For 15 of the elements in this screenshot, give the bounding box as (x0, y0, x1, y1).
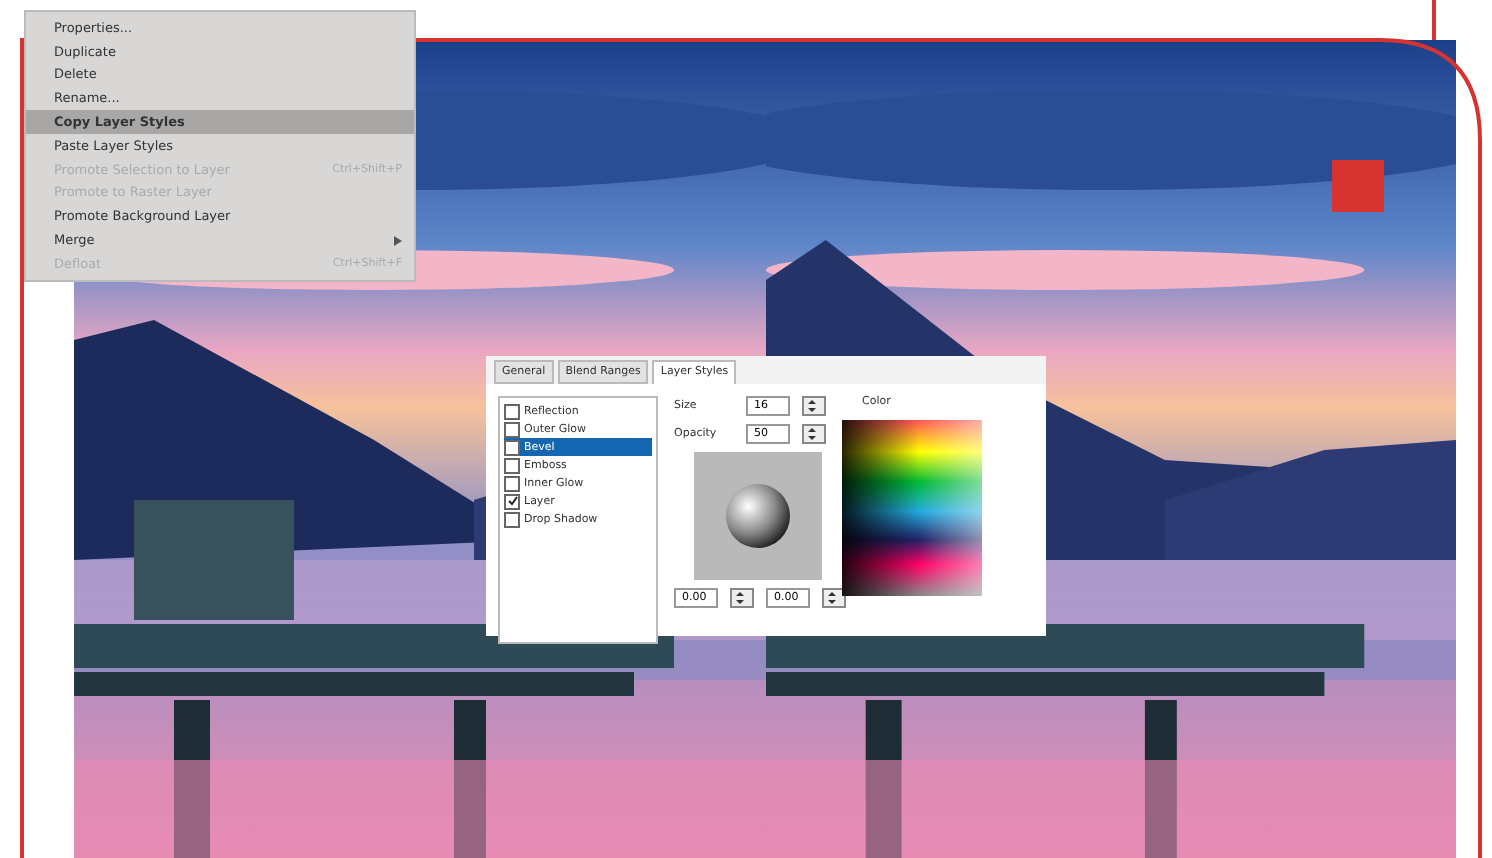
checkbox[interactable] (504, 439, 520, 455)
spin-buttons[interactable] (730, 588, 754, 608)
checkbox[interactable] (504, 475, 520, 491)
spin-buttons[interactable] (802, 396, 826, 416)
spin-buttons[interactable] (802, 424, 826, 444)
checkbox[interactable] (504, 421, 520, 437)
sphere-icon (724, 482, 792, 550)
spin-buttons[interactable] (822, 588, 846, 608)
checkbox[interactable] (504, 511, 520, 527)
color-palette[interactable] (842, 420, 982, 596)
marker-square (1332, 160, 1384, 212)
checkbox[interactable] (504, 493, 520, 509)
submenu-arrow-icon (394, 235, 402, 246)
checkbox[interactable] (504, 457, 520, 473)
checkbox[interactable] (504, 403, 520, 419)
